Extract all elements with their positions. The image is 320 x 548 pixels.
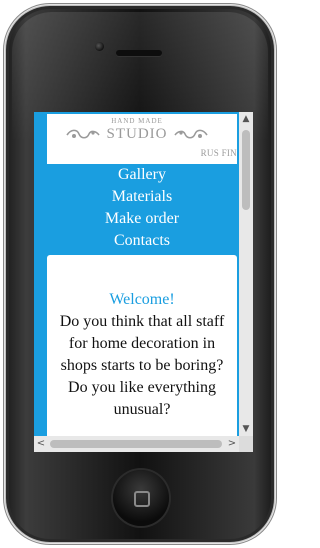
horizontal-scrollbar[interactable]: < > <box>34 436 239 452</box>
nav-item-contacts[interactable]: Contacts <box>47 230 237 252</box>
vertical-scroll-thumb[interactable] <box>242 130 250 210</box>
home-square-glyph <box>134 491 150 507</box>
welcome-panel: Welcome! Do you think that all staff for… <box>47 255 237 436</box>
scroll-right-icon[interactable]: > <box>225 436 239 452</box>
vertical-scrollbar[interactable]: ▲ ▼ <box>239 112 253 436</box>
logo-swirl-icon <box>174 129 208 139</box>
language-switch[interactable]: RUS FIN <box>201 148 237 158</box>
horizontal-scroll-thumb[interactable] <box>50 440 222 448</box>
main-nav: Gallery Materials Make order Contacts <box>47 164 237 252</box>
phone-screen: HAND MADE STUDIO RUS FIN Gallery Materia… <box>34 112 253 452</box>
intro-text: Do you think that all staff for home dec… <box>59 313 225 418</box>
nav-item-gallery[interactable]: Gallery <box>47 164 237 186</box>
web-viewport: HAND MADE STUDIO RUS FIN Gallery Materia… <box>34 112 239 436</box>
scrollbar-corner <box>239 436 253 452</box>
logo-top-text: HAND MADE <box>111 117 163 125</box>
scroll-up-icon[interactable]: ▲ <box>239 112 253 126</box>
scroll-left-icon[interactable]: < <box>34 436 48 452</box>
welcome-heading: Welcome! <box>109 291 175 308</box>
nav-item-materials[interactable]: Materials <box>47 186 237 208</box>
header-banner: HAND MADE STUDIO RUS FIN <box>47 114 237 164</box>
earpiece <box>116 50 162 56</box>
home-button-icon[interactable] <box>113 470 169 526</box>
nav-item-make-order[interactable]: Make order <box>47 208 237 230</box>
logo-swirl-icon <box>66 129 100 139</box>
phone-frame: HAND MADE STUDIO RUS FIN Gallery Materia… <box>4 4 276 544</box>
camera-icon <box>95 42 104 51</box>
scroll-down-icon[interactable]: ▼ <box>239 422 253 436</box>
studio-logo[interactable]: HAND MADE STUDIO <box>66 117 208 151</box>
